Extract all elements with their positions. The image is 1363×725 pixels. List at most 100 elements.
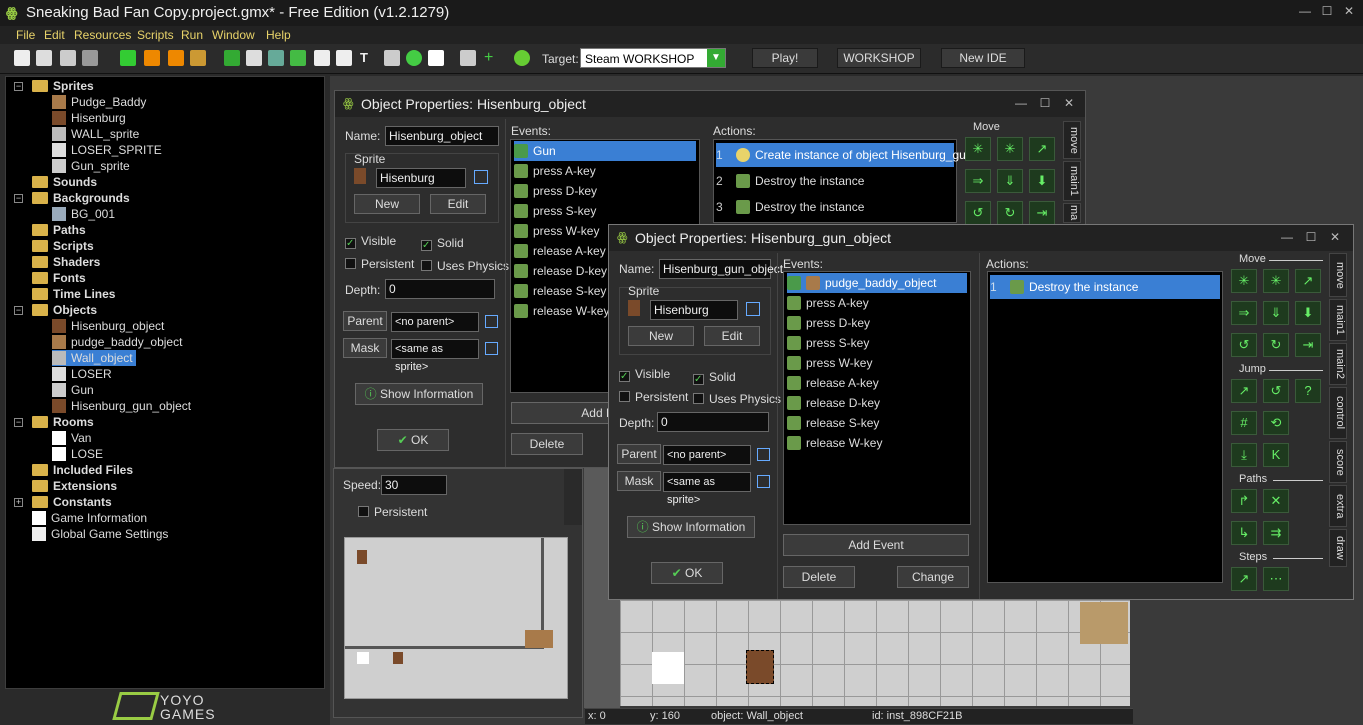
maximize-icon[interactable]: ☐	[1317, 4, 1337, 20]
persistent-checkbox[interactable]: Persistent	[619, 390, 688, 404]
event-item[interactable]: press D-key	[514, 181, 597, 201]
tab-draw[interactable]: draw	[1329, 529, 1347, 567]
tree-item-object[interactable]: Gun	[52, 382, 94, 398]
step-towards-icon[interactable]: ↗	[1231, 567, 1257, 591]
gun-instance[interactable]	[652, 652, 684, 684]
step-avoiding-icon[interactable]: ⋯	[1263, 567, 1289, 591]
workshop-button[interactable]: WORKSHOP	[837, 48, 921, 68]
expand-icon[interactable]: +	[14, 498, 23, 507]
speed-vertical-icon[interactable]: ⇓	[1263, 301, 1289, 325]
path-position-icon[interactable]: ↳	[1231, 521, 1257, 545]
help-icon[interactable]	[514, 50, 530, 66]
create-room-icon[interactable]	[428, 50, 444, 66]
tree-item-sprite[interactable]: Hisenburg	[52, 110, 126, 126]
add-event-button[interactable]: Add Event	[783, 534, 969, 556]
tree-item-object[interactable]: LOSER	[52, 366, 112, 382]
solid-checkbox[interactable]: ✓ Solid	[693, 370, 736, 385]
visible-checkbox[interactable]: ✓ Visible	[345, 234, 396, 249]
tree-group-backgrounds[interactable]: Backgrounds	[32, 190, 130, 206]
persistent-checkbox[interactable]: Persistent	[345, 257, 414, 271]
create-background-icon[interactable]	[268, 50, 284, 66]
tree-group-rooms[interactable]: Rooms	[32, 414, 94, 430]
end-path-icon[interactable]: ✕	[1263, 489, 1289, 513]
tree-group-sprites[interactable]: Sprites	[32, 78, 94, 94]
create-font-icon[interactable]: T	[360, 50, 376, 66]
action-item[interactable]: 1 Create instance of object Hisenburg_gun	[716, 143, 972, 167]
depth-input[interactable]: 0	[657, 412, 769, 432]
menu-resources[interactable]: Resources	[74, 28, 131, 42]
game-settings-icon[interactable]	[460, 50, 476, 66]
gravity-icon[interactable]: ⬇	[1029, 169, 1055, 193]
mask-button[interactable]: Mask	[617, 471, 661, 491]
event-item[interactable]: release A-key	[514, 241, 606, 261]
tree-item-object[interactable]: pudge_baddy_object	[52, 334, 182, 350]
tree-item-global-settings[interactable]: Global Game Settings	[32, 526, 168, 542]
show-information-button[interactable]: ⓘ Show Information	[627, 516, 755, 538]
event-item[interactable]: press A-key	[514, 161, 596, 181]
move-free-icon[interactable]: ✳	[997, 137, 1023, 161]
tree-item-room[interactable]: LOSE	[52, 446, 103, 462]
event-item[interactable]: Gun	[514, 141, 696, 161]
add-event-button[interactable]: Add E	[511, 402, 621, 424]
minimize-icon[interactable]: —	[1277, 230, 1297, 246]
speed-input[interactable]: 30	[381, 475, 447, 495]
actions-list[interactable]: 1 Create instance of object Hisenburg_gun…	[713, 139, 972, 223]
collapse-icon[interactable]: −	[14, 418, 23, 427]
delete-event-button[interactable]: Delete	[783, 566, 855, 588]
speed-horizontal-icon[interactable]: ⇒	[965, 169, 991, 193]
move-towards-icon[interactable]: ↗	[1029, 137, 1055, 161]
tab-main1[interactable]: main1	[1329, 299, 1347, 341]
event-item[interactable]: release S-key	[787, 413, 879, 433]
browse-icon[interactable]	[746, 302, 760, 316]
tree-item-background[interactable]: BG_001	[52, 206, 115, 222]
name-input[interactable]: Hisenburg_object	[385, 126, 499, 146]
event-item[interactable]: release D-key	[787, 393, 880, 413]
room-persistent-checkbox[interactable]: Persistent	[358, 505, 427, 519]
create-shader-icon[interactable]	[336, 50, 352, 66]
create-exe-icon[interactable]	[168, 50, 184, 66]
mask-button[interactable]: Mask	[343, 338, 387, 358]
room-canvas-right[interactable]	[620, 600, 1130, 706]
new-project-icon[interactable]	[14, 50, 30, 66]
tab-main2[interactable]: main2	[1329, 343, 1347, 385]
collapse-icon[interactable]: −	[14, 306, 23, 315]
jump-to-position-icon[interactable]: ↗	[1231, 379, 1257, 403]
ok-button[interactable]: ✔ OK	[377, 429, 449, 451]
close-icon[interactable]: ✕	[1339, 4, 1359, 20]
tree-group-constants[interactable]: Constants	[32, 494, 112, 510]
edit-sprite-button[interactable]: Edit	[430, 194, 486, 214]
create-path-icon[interactable]	[290, 50, 306, 66]
reverse-icon[interactable]: ↺	[965, 201, 991, 225]
physics-checkbox[interactable]: Uses Physics	[693, 392, 781, 406]
mask-field[interactable]: <same as sprite>	[391, 339, 479, 373]
name-input[interactable]: Hisenburg_gun_object	[659, 259, 783, 279]
new-ide-button[interactable]: New IDE	[941, 48, 1025, 68]
tree-group-objects[interactable]: Objects	[32, 302, 97, 318]
clean-icon[interactable]	[190, 50, 206, 66]
tree-group-paths[interactable]: Paths	[32, 222, 86, 238]
run-icon[interactable]	[120, 50, 136, 66]
gravity-icon[interactable]: ⬇	[1295, 301, 1321, 325]
tree-group-included-files[interactable]: Included Files	[32, 462, 133, 478]
create-sprite-icon[interactable]	[224, 50, 240, 66]
debug-icon[interactable]	[144, 50, 160, 66]
create-sound-icon[interactable]	[246, 50, 262, 66]
friction-icon[interactable]: ⇥	[1295, 333, 1321, 357]
browse-icon[interactable]	[474, 170, 488, 184]
tree-group-scripts[interactable]: Scripts	[32, 238, 94, 254]
solid-checkbox[interactable]: ✓ Solid	[421, 236, 464, 251]
tree-item-sprite[interactable]: Gun_sprite	[52, 158, 130, 174]
parent-field[interactable]: <no parent>	[391, 312, 479, 332]
tab-move[interactable]: move	[1329, 253, 1347, 297]
event-item[interactable]: press D-key	[787, 313, 870, 333]
depth-input[interactable]: 0	[385, 279, 495, 299]
tab-main1[interactable]: main1	[1063, 161, 1081, 201]
gun-instance[interactable]	[357, 652, 369, 664]
tab-control[interactable]: control	[1329, 387, 1347, 439]
event-item[interactable]: press A-key	[787, 293, 869, 313]
browse-icon[interactable]	[757, 448, 770, 461]
events-list[interactable]: pudge_baddy_object press A-key press D-k…	[783, 271, 971, 525]
show-information-button[interactable]: ⓘ Show Information	[355, 383, 483, 405]
ok-button[interactable]: ✔ OK	[651, 562, 723, 584]
bounce-icon[interactable]: K	[1263, 443, 1289, 467]
